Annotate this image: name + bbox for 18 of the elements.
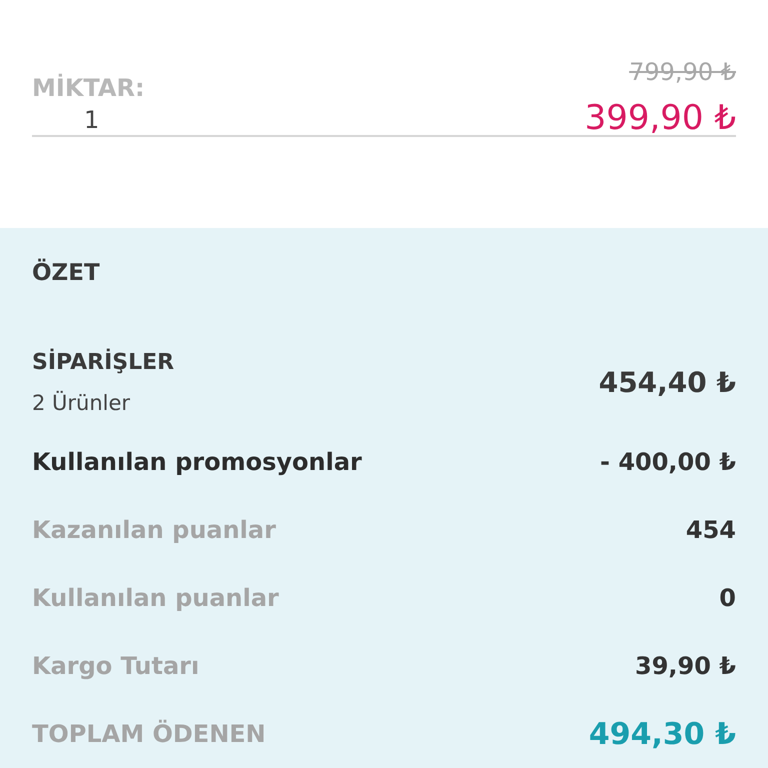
summary-label: Kullanılan puanlar [32,584,279,612]
quantity-label: MİKTAR: [32,74,145,102]
summary-label: TOPLAM ÖDENEN [32,720,266,748]
summary-value: - 400,00 ₺ [600,448,736,476]
old-price: 799,90 ₺ [629,58,736,86]
summary-label: Kargo Tutarı [32,652,200,680]
sale-price: 399,90 ₺ [584,98,736,138]
orders-label: SİPARİŞLER [32,350,174,374]
summary-value: 494,30 ₺ [588,716,736,752]
summary-title: ÖZET [32,260,101,286]
summary-value: 39,90 ₺ [635,652,736,680]
summary-value: 454 [686,516,736,544]
quantity-value: 1 [84,106,100,134]
summary-value: 0 [719,584,736,612]
orders-amount: 454,40 ₺ [598,366,736,398]
summary-label: Kazanılan puanlar [32,516,276,544]
orders-count: 2 Ürünler [32,390,132,414]
summary-label: Kullanılan promosyonlar [32,448,362,476]
